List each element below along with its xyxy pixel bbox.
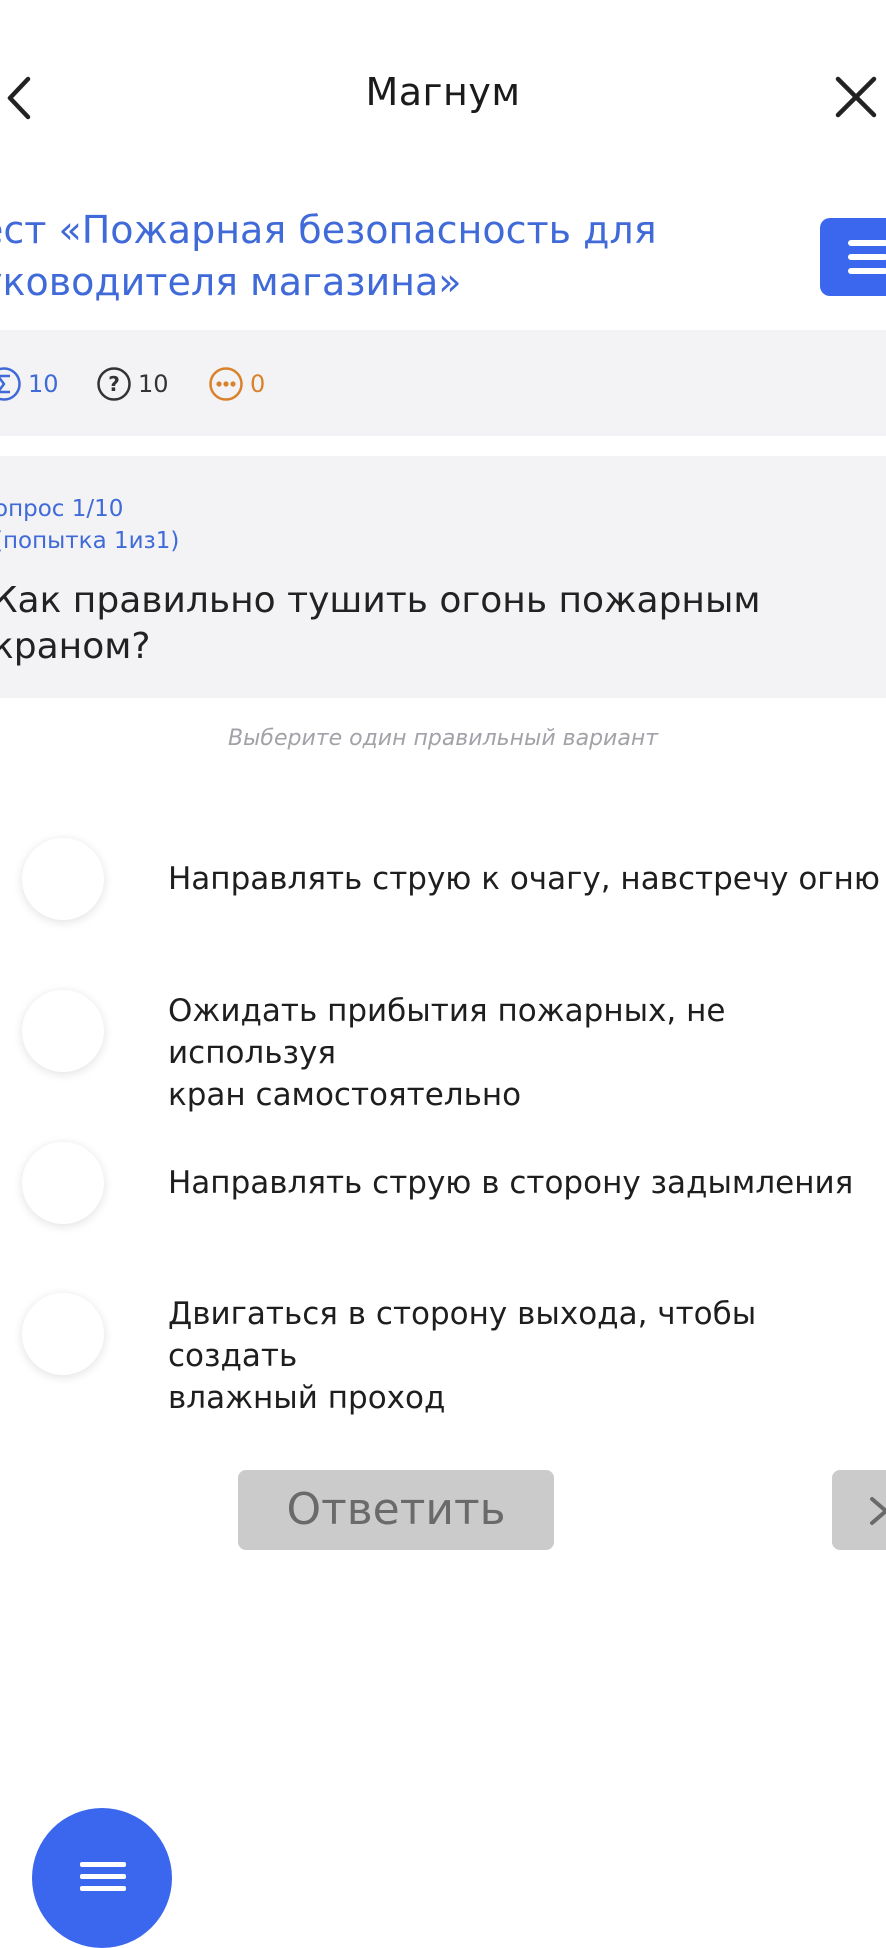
close-icon	[835, 76, 877, 118]
radio-button[interactable]	[22, 1142, 104, 1224]
test-title-line: ест «Пожарная безопасность для	[0, 208, 657, 252]
question-text-line: краном?	[0, 626, 151, 667]
next-question-button[interactable]	[832, 1470, 886, 1550]
question-text-line: Как правильно тушить огонь пожарным	[0, 580, 761, 621]
stat-total: 10	[0, 366, 59, 402]
floating-menu-button[interactable]	[32, 1808, 172, 1948]
question-card: опрос 1/10 (попытка 1из1) Как правильно …	[0, 456, 886, 698]
app-title: Магнум	[365, 70, 521, 114]
stat-pending-value: 0	[250, 370, 266, 398]
option-label[interactable]: Направлять струю к очагу, навстречу огню	[168, 858, 886, 900]
question-number: опрос 1/10	[0, 496, 124, 522]
test-title: ест «Пожарная безопасность для уководите…	[0, 204, 780, 308]
stat-questions: ? 10	[96, 366, 169, 402]
stat-questions-value: 10	[138, 370, 169, 398]
sigma-circle-icon	[0, 367, 21, 401]
top-bar: Магнум	[0, 0, 886, 190]
option-label-line: влажный проход	[168, 1380, 446, 1416]
stat-total-value: 10	[28, 370, 59, 398]
chevron-right-icon	[870, 1497, 886, 1525]
question-circle-icon: ?	[97, 367, 131, 401]
option-label[interactable]: Направлять струю в сторону задымления	[168, 1162, 886, 1204]
stats-bar: 10 ? 10 0	[0, 330, 886, 436]
option-label[interactable]: Ожидать прибытия пожарных, не используя …	[168, 990, 886, 1116]
option-label-line: кран самостоятельно	[168, 1077, 522, 1113]
question-attempt: (попытка 1из1)	[0, 528, 180, 554]
option-label[interactable]: Двигаться в сторону выхода, чтобы создат…	[168, 1293, 886, 1419]
close-button[interactable]	[832, 73, 880, 121]
radio-button[interactable]	[22, 1293, 104, 1375]
more-circle-icon	[209, 367, 243, 401]
test-menu-button[interactable]	[820, 218, 886, 296]
question-text: Как правильно тушить огонь пожарным кран…	[0, 578, 872, 670]
option-label-line: Направлять струю к очагу, навстречу огню	[168, 861, 880, 897]
svg-text:?: ?	[108, 372, 120, 396]
stat-pending: 0	[208, 366, 265, 402]
radio-button[interactable]	[22, 990, 104, 1072]
answer-hint: Выберите один правильный вариант	[227, 726, 659, 751]
test-title-line: уководителя магазина»	[0, 260, 462, 304]
answer-button[interactable]: Ответить	[238, 1470, 554, 1550]
radio-button[interactable]	[22, 838, 104, 920]
option-label-line: Двигаться в сторону выхода, чтобы создат…	[168, 1296, 757, 1374]
option-label-line: Ожидать прибытия пожарных, не используя	[168, 993, 726, 1071]
option-label-line: Направлять струю в сторону задымления	[168, 1165, 854, 1201]
